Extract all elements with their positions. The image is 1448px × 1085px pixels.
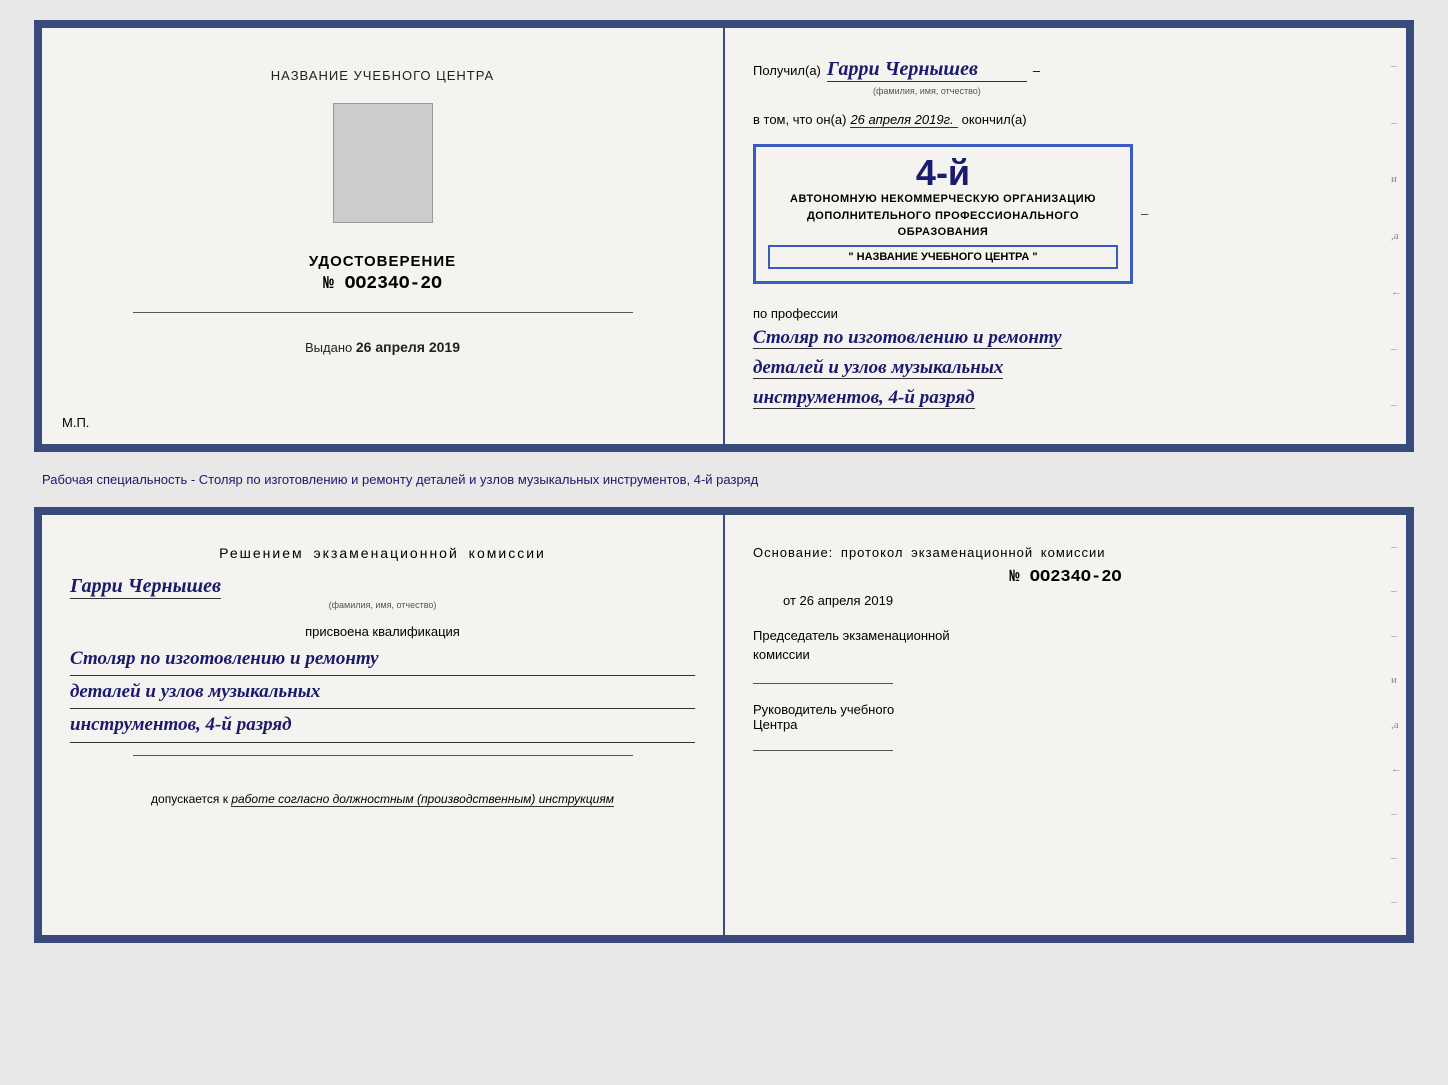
- stamp-name: " НАЗВАНИЕ УЧЕБНОГО ЦЕНТРА ": [768, 245, 1118, 269]
- separator-label: Рабочая специальность - Столяр по изгото…: [42, 472, 758, 487]
- fio-label-top: (фамилия, имя, отчество): [873, 86, 1378, 96]
- rukovoditel-sign-line: [753, 750, 893, 751]
- center-title-top: НАЗВАНИЕ УЧЕБНОГО ЦЕНТРА: [271, 68, 494, 83]
- person-name-bottom: Гарри Чернышев: [70, 575, 221, 599]
- recipient-name-top: Гарри Чернышев: [827, 58, 1027, 82]
- right-edge-deco: – – и ,а ← – –: [1391, 28, 1402, 444]
- prof-line3: инструментов, 4-й разряд: [753, 387, 975, 409]
- photo-placeholder: [333, 103, 433, 223]
- separator-line-bottom: [133, 755, 633, 756]
- fio-label-bottom: (фамилия, имя, отчество): [329, 600, 437, 610]
- prisvoena-label: присвоена квалификация: [305, 624, 460, 639]
- rukovoditel-line2: Центра: [753, 717, 797, 732]
- prof-line1: Столяр по изготовлению и ремонту: [753, 327, 1062, 349]
- predsedatel-line2: комиссии: [753, 647, 810, 662]
- stamp-line1b: ДОПОЛНИТЕЛЬНОГО ПРОФЕССИОНАЛЬНОГО ОБРАЗО…: [768, 208, 1118, 241]
- top-document: НАЗВАНИЕ УЧЕБНОГО ЦЕНТРА УДОСТОВЕРЕНИЕ №…: [34, 20, 1414, 452]
- predsedatel-sign-line: [753, 683, 893, 684]
- prof-line2: деталей и узлов музыкальных: [753, 357, 1003, 379]
- po-professii-label: по профессии: [753, 306, 1378, 321]
- kvalif-line1: Столяр по изготовлению и ремонту: [70, 643, 695, 676]
- ot-label: от: [783, 593, 796, 608]
- bottom-doc-left: Решением экзаменационной комиссии Гарри …: [42, 515, 725, 935]
- poluchil-label: Получил(а): [753, 63, 821, 78]
- vydano-label: Выдано: [305, 340, 352, 355]
- top-doc-left: НАЗВАНИЕ УЧЕБНОГО ЦЕНТРА УДОСТОВЕРЕНИЕ №…: [42, 28, 725, 444]
- separator-text: Рабочая специальность - Столяр по изгото…: [34, 468, 1414, 491]
- right-dash-1: –: [1141, 206, 1148, 221]
- protocol-number: № OO234O-2O: [753, 568, 1378, 587]
- vtom-prefix: в том, что он(а): [753, 112, 846, 127]
- top-doc-right: Получил(а) Гарри Чернышев – (фамилия, им…: [725, 28, 1406, 444]
- resheniem-title: Решением экзаменационной комиссии: [219, 545, 546, 561]
- okonchil-label: окончил(а): [962, 112, 1027, 127]
- stamp-4y: 4-й: [768, 155, 1118, 191]
- vtom-line: в том, что он(а) 26 апреля 2019г. окончи…: [753, 112, 1378, 128]
- mp-label: М.П.: [62, 415, 89, 430]
- kvalif-block: Столяр по изготовлению и ремонту деталей…: [70, 643, 695, 743]
- predsedatel-block: Председатель экзаменационной комиссии: [753, 626, 1378, 665]
- ot-date-line: от 26 апреля 2019: [753, 593, 1378, 608]
- vtom-date: 26 апреля 2019г.: [850, 112, 957, 128]
- stamp-box: 4-й АВТОНОМНУЮ НЕКОММЕРЧЕСКУЮ ОРГАНИЗАЦИ…: [753, 144, 1133, 284]
- bottom-document: Решением экзаменационной комиссии Гарри …: [34, 507, 1414, 943]
- dopusk-italic: работе согласно должностным (производств…: [231, 792, 614, 807]
- dopusk-prefix: допускается к: [151, 792, 228, 806]
- bottom-doc-right: Основание: протокол экзаменационной коми…: [725, 515, 1406, 935]
- dash-top: –: [1033, 63, 1040, 78]
- predsedatel-line1: Председатель экзаменационной: [753, 628, 950, 643]
- udostoverenie-number: № OO234O-2O: [323, 274, 442, 294]
- udostoverenie-label: УДОСТОВЕРЕНИЕ: [309, 253, 456, 270]
- ot-date: 26 апреля 2019: [800, 593, 894, 608]
- vydano-date: 26 апреля 2019: [356, 339, 460, 355]
- osnovanie-label: Основание: протокол экзаменационной коми…: [753, 545, 1378, 560]
- kvalif-line2: деталей и узлов музыкальных: [70, 676, 695, 709]
- vydano-line: Выдано 26 апреля 2019: [305, 339, 460, 355]
- separator-line-1: [133, 312, 633, 313]
- kvalif-line3: инструментов, 4-й разряд: [70, 709, 695, 742]
- rukovoditel-block: Руководитель учебного Центра: [753, 702, 1378, 732]
- stamp-line1a: АВТОНОМНУЮ НЕКОММЕРЧЕСКУЮ ОРГАНИЗАЦИЮ: [768, 191, 1118, 208]
- dopuskaetsya-line: допускается к работе согласно должностны…: [151, 792, 614, 806]
- right-edge-deco-bottom: – – – и ,а ← – – –: [1391, 515, 1402, 935]
- prof-name-top: Столяр по изготовлению и ремонту деталей…: [753, 323, 1378, 414]
- rukovoditel-line1: Руководитель учебного: [753, 702, 894, 717]
